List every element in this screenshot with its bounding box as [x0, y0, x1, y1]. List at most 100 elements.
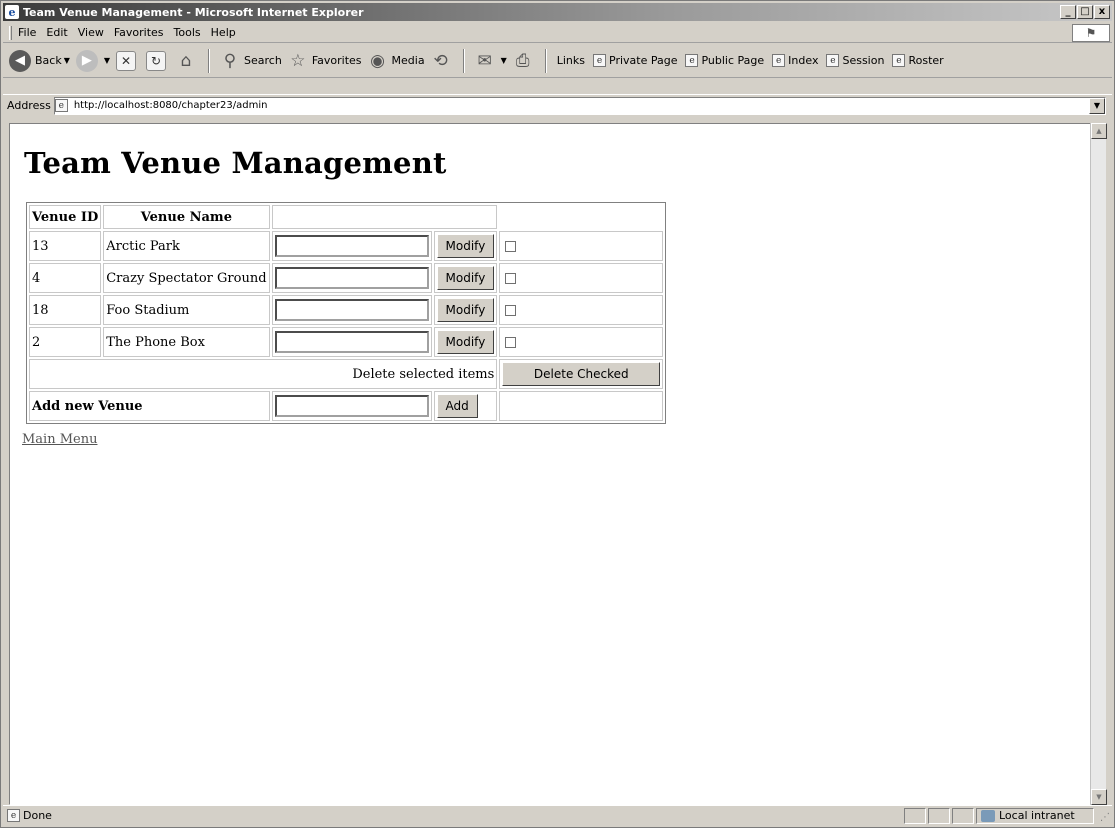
modify-cell: Modify	[433, 231, 498, 261]
address-input[interactable]: e http://localhost:8080/chapter23/admin …	[53, 96, 1106, 115]
history-button[interactable]: ⟲	[431, 50, 455, 72]
rename-input[interactable]	[274, 331, 429, 353]
links-label: Links	[556, 54, 585, 67]
delete-checked-button[interactable]: Delete Checked	[502, 362, 661, 386]
ie-icon: e	[5, 5, 19, 19]
table-header-row: Venue ID Venue Name	[29, 205, 663, 229]
add-input-cell	[271, 391, 432, 421]
status-pane	[904, 807, 926, 824]
venue-id: 4	[29, 263, 102, 293]
print-icon: ⎙	[515, 50, 530, 71]
intranet-icon	[981, 809, 995, 822]
page-icon: e	[826, 54, 840, 67]
status-pane	[928, 807, 950, 824]
link-roster[interactable]: e Roster	[892, 54, 944, 67]
page-title: Team Venue Management	[24, 146, 447, 180]
menu-grip	[9, 25, 12, 40]
page-icon: e	[593, 54, 606, 67]
close-button[interactable]: x	[1094, 5, 1110, 19]
modify-button[interactable]: Modify	[436, 234, 495, 258]
link-private-page[interactable]: e Private Page	[593, 54, 677, 67]
venue-id: 13	[29, 231, 102, 261]
delete-checkbox[interactable]	[505, 336, 517, 348]
search-label: Search	[244, 54, 282, 67]
media-icon: ◉	[370, 50, 385, 71]
menu-bar: File Edit View Favorites Tools Help ⚑	[3, 23, 1112, 43]
table-row: 13 Arctic Park Modify	[29, 231, 664, 261]
link-public-page[interactable]: e Public Page	[685, 54, 764, 67]
favorites-label: Favorites	[311, 54, 362, 67]
print-button[interactable]: ⎙	[513, 50, 537, 72]
forward-dropdown-icon[interactable]: ▼	[104, 56, 110, 65]
venue-id: 2	[29, 327, 102, 357]
status-bar: e Done Local intranet ⋰	[3, 805, 1112, 825]
search-button[interactable]: ⚲ Search	[220, 50, 282, 72]
back-button[interactable]: ◀ Back ▼	[9, 49, 70, 72]
menu-edit[interactable]: Edit	[44, 26, 75, 39]
menu-tools[interactable]: Tools	[172, 26, 209, 39]
title-bar: e Team Venue Management - Microsoft Inte…	[3, 3, 1112, 21]
select-cell	[499, 327, 664, 357]
link-label: Public Page	[701, 54, 765, 67]
venue-name: Arctic Park	[103, 231, 270, 261]
delete-checkbox[interactable]	[505, 304, 517, 316]
media-button[interactable]: ◉ Media	[368, 50, 425, 72]
page-icon: e	[892, 54, 906, 67]
rename-input[interactable]	[274, 267, 429, 289]
modify-button[interactable]: Modify	[436, 266, 495, 290]
address-url[interactable]: http://localhost:8080/chapter23/admin	[74, 100, 268, 111]
refresh-button[interactable]: ↻	[146, 50, 170, 71]
modify-button[interactable]: Modify	[436, 330, 495, 354]
link-label: Private Page	[609, 54, 678, 67]
mail-dropdown-icon[interactable]: ▼	[501, 56, 507, 65]
media-label: Media	[391, 54, 425, 67]
address-dropdown-icon[interactable]: ▼	[1089, 97, 1105, 114]
scroll-down-icon[interactable]: ▼	[1091, 789, 1107, 805]
home-button[interactable]: ⌂	[176, 50, 200, 72]
stop-button[interactable]: ✕	[116, 50, 140, 71]
refresh-icon: ↻	[146, 50, 167, 71]
resize-grip-icon[interactable]: ⋰	[1100, 812, 1110, 823]
rename-input[interactable]	[274, 299, 429, 321]
standard-toolbar: ◀ Back ▼ ▶ ▼ ✕ ↻ ⌂ ⚲ Search ☆ Favorites …	[3, 44, 1112, 78]
home-icon: ⌂	[180, 50, 192, 71]
new-venue-input[interactable]	[274, 395, 429, 417]
history-icon: ⟲	[433, 50, 448, 71]
address-label: Address	[7, 99, 51, 112]
maximize-button[interactable]: □	[1077, 5, 1093, 19]
modify-button[interactable]: Modify	[436, 298, 495, 322]
delete-checkbox[interactable]	[505, 272, 517, 284]
rename-cell	[271, 327, 432, 357]
forward-button[interactable]: ▶ ▼	[75, 49, 110, 72]
back-label: Back	[35, 54, 62, 67]
link-index[interactable]: e Index	[772, 54, 818, 67]
menu-file[interactable]: File	[16, 26, 44, 39]
venue-name: The Phone Box	[103, 327, 270, 357]
menu-view[interactable]: View	[76, 26, 112, 39]
status-panes: Local intranet	[902, 807, 1094, 824]
favorites-button[interactable]: ☆ Favorites	[288, 50, 362, 72]
delete-checkbox[interactable]	[505, 240, 517, 252]
status-area: e Done	[7, 809, 902, 822]
rename-input[interactable]	[274, 235, 429, 257]
toolbar-separator	[208, 48, 211, 73]
back-dropdown-icon[interactable]: ▼	[64, 56, 70, 65]
header-venue-id: Venue ID	[29, 205, 102, 229]
link-session[interactable]: e Session	[826, 54, 884, 67]
scroll-up-icon[interactable]: ▲	[1091, 123, 1107, 139]
venue-name: Crazy Spectator Ground	[103, 263, 270, 293]
table-row: 4 Crazy Spectator Ground Modify	[29, 263, 664, 293]
main-menu-link[interactable]: Main Menu	[22, 432, 97, 447]
minimize-button[interactable]: _	[1060, 5, 1076, 19]
mail-button[interactable]: ✉ ▼	[475, 50, 507, 72]
vertical-scrollbar[interactable]: ▲ ▼	[1090, 123, 1107, 805]
select-cell	[499, 263, 664, 293]
menu-favorites[interactable]: Favorites	[112, 26, 172, 39]
link-label: Roster	[908, 54, 944, 67]
add-button[interactable]: Add	[436, 394, 478, 418]
menu-help[interactable]: Help	[209, 26, 244, 39]
toolbar-separator	[462, 48, 465, 73]
add-row: Add new Venue Add	[29, 391, 664, 421]
window-controls: _ □ x	[1060, 5, 1110, 19]
link-label: Index	[788, 54, 819, 67]
